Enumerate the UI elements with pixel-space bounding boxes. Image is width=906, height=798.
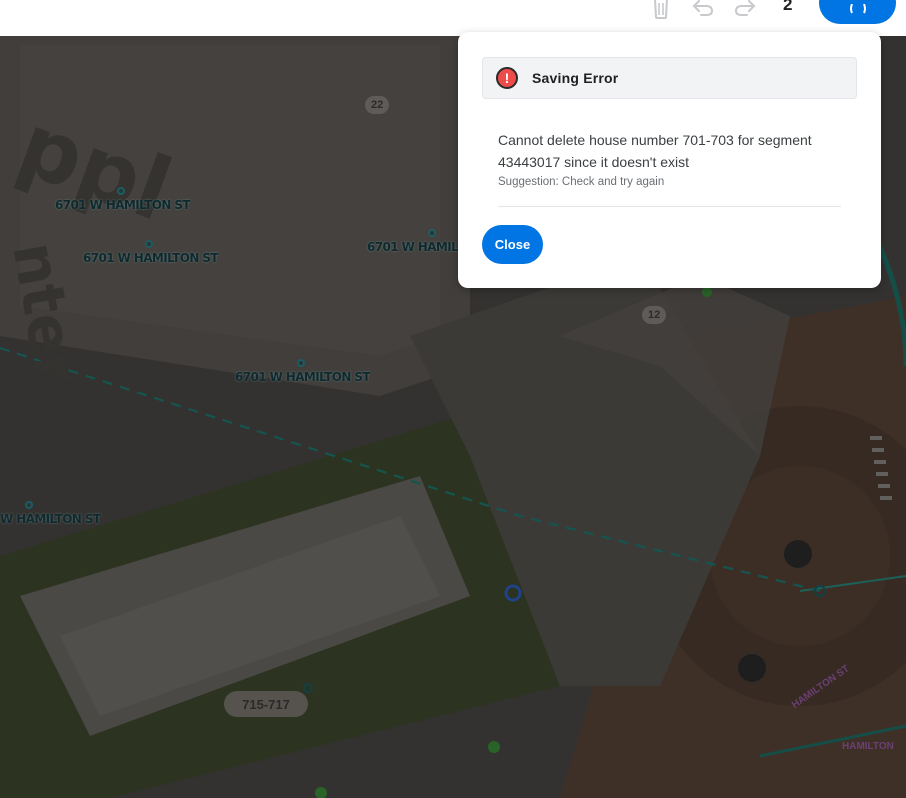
trash-icon[interactable]: [647, 0, 675, 22]
road-label: HAMILTON: [842, 741, 894, 752]
address-pin[interactable]: [25, 501, 33, 509]
undo-icon[interactable]: [689, 0, 717, 22]
segment-number-badge: 22: [365, 96, 390, 114]
address-pin[interactable]: [145, 240, 153, 248]
divider: [498, 206, 841, 207]
address-label: 6701 W HAMILTON ST: [55, 198, 191, 212]
address-pin[interactable]: [117, 187, 125, 195]
saving-error-dialog: ! Saving Error Cannot delete house numbe…: [458, 32, 881, 288]
address-label: 6701 W HAMILTON ST: [235, 370, 371, 384]
dialog-header: ! Saving Error: [482, 57, 857, 99]
error-icon: !: [496, 67, 518, 89]
address-label: 6701 W HAMILTON ST: [83, 251, 219, 265]
address-label: W HAMILTON ST: [0, 512, 101, 526]
address-label: 6701 W HAMIL: [367, 240, 459, 254]
pending-edits-count: 2: [783, 0, 793, 14]
top-toolbar: 2: [0, 0, 906, 36]
close-button[interactable]: Close: [482, 225, 543, 264]
error-suggestion: Suggestion: Check and try again: [498, 176, 665, 188]
address-pin[interactable]: [428, 229, 436, 237]
save-icon: [849, 4, 866, 14]
dialog-title: Saving Error: [532, 70, 619, 86]
address-pin[interactable]: [297, 359, 305, 367]
segment-number-badge: 12: [642, 306, 667, 324]
save-button[interactable]: [819, 0, 896, 24]
house-number-chip[interactable]: 715-717: [224, 691, 308, 717]
redo-icon[interactable]: [731, 0, 759, 22]
error-message: Cannot delete house number 701-703 for s…: [498, 132, 812, 170]
